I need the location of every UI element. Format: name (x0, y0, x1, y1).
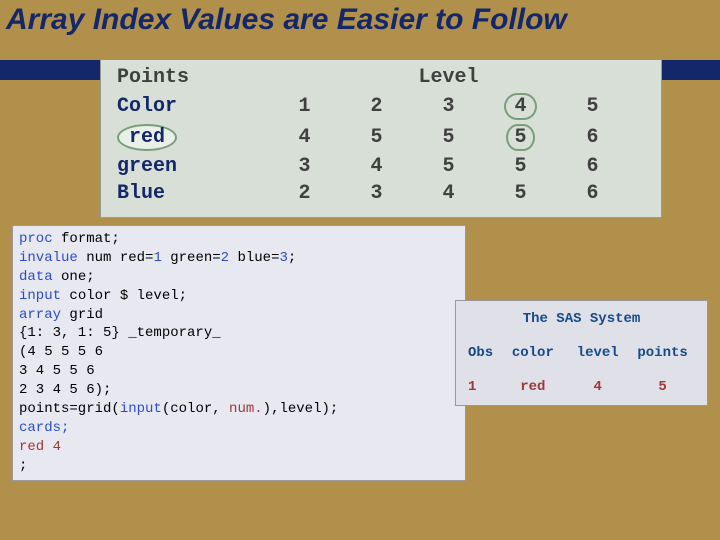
cell: 1 (269, 91, 341, 122)
cell: 3 (341, 180, 413, 207)
cell: 3 (413, 91, 485, 122)
title-bar: Array Index Values are Easier to Follow (0, 0, 720, 60)
table-row: green 3 4 5 5 6 (111, 153, 651, 180)
output-row: 1 red 4 5 (464, 379, 699, 395)
col-color: color (500, 345, 565, 361)
cell: 6 (557, 180, 629, 207)
cell: 4 (413, 180, 485, 207)
output-title: The SAS System (464, 311, 699, 327)
cell: 4 (269, 122, 341, 153)
row-label: green (111, 153, 269, 180)
cell: 4 (485, 91, 557, 122)
cell: 5 (485, 153, 557, 180)
hdr-spacer2 (557, 64, 629, 91)
hdr-spacer (269, 64, 341, 91)
cell: 5 (557, 91, 629, 122)
row-label: red (111, 122, 269, 153)
hdr-points: Points (111, 64, 269, 91)
cell: 3 (269, 153, 341, 180)
table-row: Blue 2 3 4 5 6 (111, 180, 651, 207)
cell: 2 (341, 91, 413, 122)
row-label: Blue (111, 180, 269, 207)
val-obs: 1 (468, 379, 500, 395)
hdr-level: Level (341, 64, 557, 91)
output-header: Obs color level points (464, 345, 699, 361)
page-title: Array Index Values are Easier to Follow (0, 0, 720, 40)
circled-4: 4 (504, 93, 536, 120)
cell: 5 (413, 122, 485, 153)
table-header-row: Points Level (111, 64, 651, 91)
cell: 5 (485, 180, 557, 207)
table-row: Color 1 2 3 4 5 (111, 91, 651, 122)
cell: 6 (557, 122, 629, 153)
sas-code-panel: proc format; invalue num red=1 green=2 b… (12, 225, 466, 481)
col-points: points (630, 345, 695, 361)
table-row: red 4 5 5 5 6 (111, 122, 651, 153)
val-color: red (500, 379, 565, 395)
circled-5: 5 (506, 124, 534, 151)
sas-output-panel: The SAS System Obs color level points 1 … (455, 300, 708, 406)
val-points: 5 (630, 379, 695, 395)
col-obs: Obs (468, 345, 500, 361)
points-level-table: Points Level Color 1 2 3 4 5 red 4 5 5 5… (100, 55, 662, 218)
cell: 2 (269, 180, 341, 207)
circled-red: red (117, 124, 177, 151)
cell: 6 (557, 153, 629, 180)
cell: 4 (341, 153, 413, 180)
cell: 5 (341, 122, 413, 153)
col-level: level (565, 345, 630, 361)
hdr-spacer3 (629, 64, 652, 91)
row-label: Color (111, 91, 269, 122)
cell: 5 (413, 153, 485, 180)
cell: 5 (485, 122, 557, 153)
val-level: 4 (565, 379, 630, 395)
